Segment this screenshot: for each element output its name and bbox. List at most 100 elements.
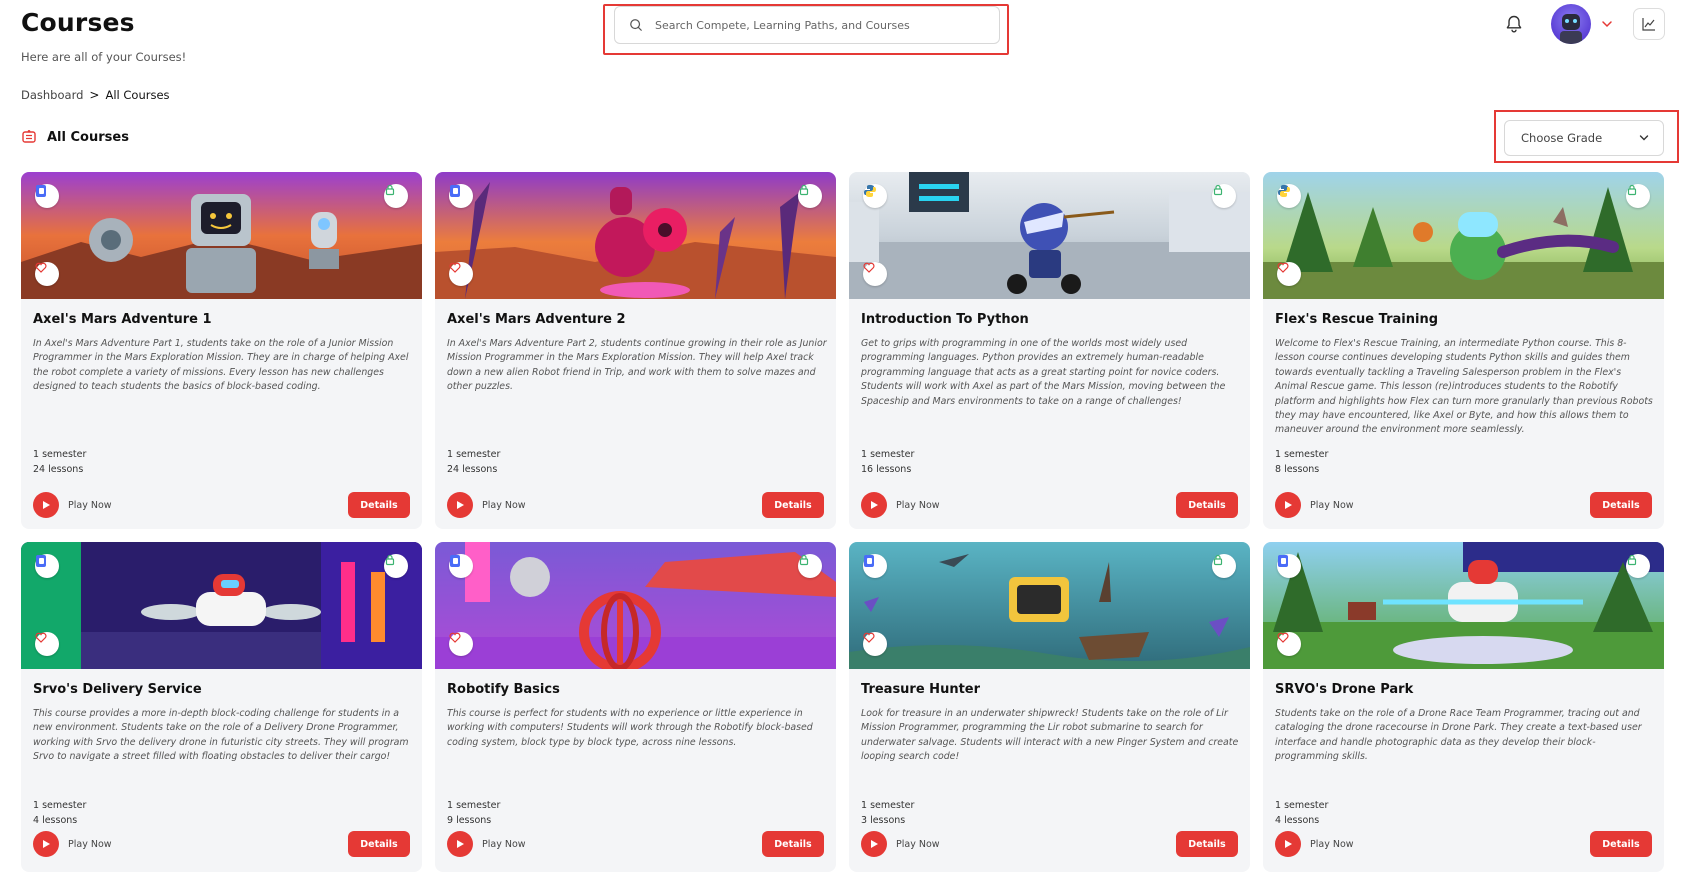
course-meta: 1 semester 24 lessons — [447, 447, 500, 477]
course-thumbnail-art — [21, 172, 422, 299]
course-thumbnail-art — [849, 542, 1250, 669]
play-icon — [861, 831, 887, 857]
course-thumbnail[interactable] — [849, 172, 1250, 299]
course-card[interactable]: Flex's Rescue Training Welcome to Flex's… — [1263, 172, 1664, 529]
course-thumbnail[interactable] — [21, 542, 422, 669]
user-avatar[interactable] — [1551, 4, 1591, 44]
course-title: Treasure Hunter — [861, 682, 981, 697]
course-thumbnail-art — [1263, 172, 1664, 299]
page-title: Courses — [21, 8, 135, 37]
course-card[interactable]: SRVO's Drone Park Students take on the r… — [1263, 542, 1664, 872]
course-thumbnail-art — [21, 542, 422, 669]
stats-button[interactable] — [1633, 8, 1665, 40]
details-button[interactable]: Details — [1590, 492, 1652, 518]
lock-icon — [1212, 184, 1236, 208]
course-duration: 1 semester — [861, 449, 915, 460]
course-thumbnail-art — [435, 542, 836, 669]
play-now-label: Play Now — [1310, 499, 1354, 511]
chevron-down-icon[interactable] — [1601, 19, 1613, 29]
play-now-button[interactable]: Play Now — [447, 831, 526, 857]
lock-icon — [798, 554, 822, 578]
course-thumbnail-art — [1263, 542, 1664, 669]
course-card[interactable]: Axel's Mars Adventure 1 In Axel's Mars A… — [21, 172, 422, 529]
play-icon — [447, 492, 473, 518]
course-meta: 1 semester 4 lessons — [1275, 798, 1328, 828]
avatar-robot-body — [1560, 31, 1582, 44]
details-button[interactable]: Details — [762, 492, 824, 518]
details-button[interactable]: Details — [1176, 831, 1238, 857]
course-card[interactable]: Treasure Hunter Look for treasure in an … — [849, 542, 1250, 872]
play-now-button[interactable]: Play Now — [447, 492, 526, 518]
course-lessons: 24 lessons — [33, 464, 84, 475]
course-description: This course provides a more in-depth blo… — [33, 708, 409, 763]
course-lessons: 9 lessons — [447, 815, 492, 826]
lock-icon — [384, 184, 408, 208]
course-meta: 1 semester 4 lessons — [33, 798, 86, 828]
blocks-icon — [35, 184, 59, 208]
course-card[interactable]: Robotify Basics This course is perfect f… — [435, 542, 836, 872]
search-box[interactable] — [614, 6, 1000, 44]
notification-bell-icon[interactable] — [1504, 14, 1524, 34]
course-card[interactable]: Srvo's Delivery Service This course prov… — [21, 542, 422, 872]
course-title: Flex's Rescue Training — [1275, 312, 1439, 327]
details-button[interactable]: Details — [1176, 492, 1238, 518]
details-button[interactable]: Details — [1590, 831, 1652, 857]
course-duration: 1 semester — [33, 449, 87, 460]
details-button[interactable]: Details — [348, 831, 410, 857]
course-thumbnail-art — [435, 172, 836, 299]
course-card[interactable]: Axel's Mars Adventure 2 In Axel's Mars A… — [435, 172, 836, 529]
course-title: Axel's Mars Adventure 1 — [33, 312, 212, 327]
details-button[interactable]: Details — [348, 492, 410, 518]
heart-icon[interactable] — [863, 632, 887, 656]
course-thumbnail[interactable] — [1263, 172, 1664, 299]
heart-icon[interactable] — [35, 262, 59, 286]
search-input[interactable] — [655, 18, 995, 32]
details-button[interactable]: Details — [762, 831, 824, 857]
course-lessons: 4 lessons — [1275, 815, 1320, 826]
course-meta: 1 semester 3 lessons — [861, 798, 914, 828]
play-now-button[interactable]: Play Now — [861, 492, 940, 518]
course-description: This course is perfect for students with… — [447, 708, 813, 748]
avatar-robot-eye — [1565, 19, 1569, 23]
course-description: Look for treasure in an underwater shipw… — [861, 708, 1239, 763]
course-thumbnail[interactable] — [21, 172, 422, 299]
play-now-button[interactable]: Play Now — [1275, 831, 1354, 857]
heart-icon[interactable] — [449, 632, 473, 656]
course-duration: 1 semester — [1275, 800, 1329, 811]
play-now-label: Play Now — [896, 838, 940, 850]
grade-select[interactable]: Choose Grade — [1504, 120, 1664, 156]
play-now-label: Play Now — [896, 499, 940, 511]
course-title: Robotify Basics — [447, 682, 560, 697]
blocks-icon — [449, 554, 473, 578]
breadcrumb-separator: > — [89, 88, 100, 102]
play-now-button[interactable]: Play Now — [33, 831, 112, 857]
python-icon — [863, 184, 887, 208]
search-icon — [630, 19, 642, 31]
blocks-icon — [863, 554, 887, 578]
play-now-label: Play Now — [68, 838, 112, 850]
lock-icon — [1212, 554, 1236, 578]
breadcrumb-dashboard[interactable]: Dashboard — [21, 88, 83, 102]
course-thumbnail[interactable] — [849, 542, 1250, 669]
section-title-label: All Courses — [47, 129, 129, 145]
course-title: Srvo's Delivery Service — [33, 682, 202, 697]
blocks-icon — [449, 184, 473, 208]
heart-icon[interactable] — [35, 632, 59, 656]
heart-icon[interactable] — [449, 262, 473, 286]
chevron-down-icon — [1639, 135, 1649, 141]
play-now-button[interactable]: Play Now — [33, 492, 112, 518]
play-now-button[interactable]: Play Now — [1275, 492, 1354, 518]
play-icon — [1275, 831, 1301, 857]
course-duration: 1 semester — [447, 800, 501, 811]
course-thumbnail[interactable] — [435, 172, 836, 299]
play-now-button[interactable]: Play Now — [861, 831, 940, 857]
heart-icon[interactable] — [1277, 262, 1301, 286]
blocks-icon — [35, 554, 59, 578]
course-thumbnail[interactable] — [435, 542, 836, 669]
course-card[interactable]: Introduction To Python Get to grips with… — [849, 172, 1250, 529]
heart-icon[interactable] — [1277, 632, 1301, 656]
course-description: In Axel's Mars Adventure Part 1, student… — [33, 338, 409, 393]
heart-icon[interactable] — [863, 262, 887, 286]
avatar-robot-eye — [1573, 19, 1577, 23]
course-thumbnail[interactable] — [1263, 542, 1664, 669]
